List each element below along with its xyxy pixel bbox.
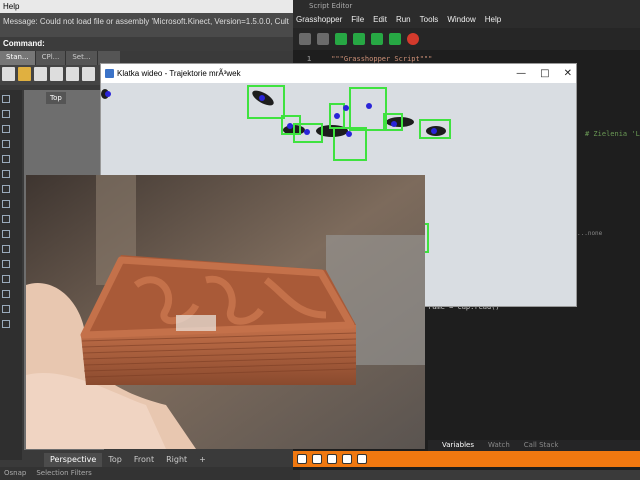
trajectory-point bbox=[105, 91, 111, 97]
rhino-command-label[interactable]: Command: bbox=[0, 37, 295, 51]
rhino-menu-help[interactable]: Help bbox=[0, 0, 295, 13]
globe-icon[interactable] bbox=[342, 454, 352, 464]
menu-run[interactable]: Run bbox=[396, 12, 411, 28]
trajectory-point bbox=[343, 105, 349, 111]
code-line-text: """Grasshopper Script""" bbox=[331, 55, 433, 63]
tab-top[interactable]: Top bbox=[102, 453, 128, 467]
run-icon[interactable] bbox=[335, 33, 347, 45]
rhino-tool-palette bbox=[0, 90, 22, 460]
circle-tool-icon[interactable] bbox=[2, 170, 10, 178]
tab-variables[interactable]: Variables bbox=[442, 440, 474, 451]
tab-right[interactable]: Right bbox=[160, 453, 193, 467]
tab-perspective[interactable]: Perspective bbox=[44, 453, 103, 467]
selection-filters-toggle[interactable]: Selection Filters bbox=[36, 467, 91, 480]
add-viewport-button[interactable]: + bbox=[193, 453, 212, 467]
viewport-tabs: Perspective Top Front Right + bbox=[44, 453, 212, 467]
menu-grasshopper[interactable]: Grasshopper bbox=[296, 12, 342, 28]
orange-toolbar bbox=[293, 451, 640, 467]
trajectory-point bbox=[287, 123, 293, 129]
extrude-tool-icon[interactable] bbox=[2, 290, 10, 298]
polygon-tool-icon[interactable] bbox=[2, 215, 10, 223]
open-script-icon[interactable] bbox=[317, 33, 329, 45]
maximize-icon[interactable]: □ bbox=[540, 68, 549, 79]
rhino-tab-setview[interactable]: Set... bbox=[66, 51, 98, 65]
line-number: 1 bbox=[307, 55, 312, 63]
import-icon[interactable] bbox=[66, 67, 79, 81]
menu-edit[interactable]: Edit bbox=[373, 12, 387, 28]
step-into-icon[interactable] bbox=[389, 33, 401, 45]
save-script-icon[interactable] bbox=[299, 33, 311, 45]
polyline-tool-icon[interactable] bbox=[2, 140, 10, 148]
script-editor-title: Script Editor bbox=[293, 0, 640, 12]
rhino-tab-cplanes[interactable]: CPl... bbox=[36, 51, 67, 65]
camera-icon[interactable] bbox=[357, 454, 367, 464]
menu-file[interactable]: File bbox=[351, 12, 364, 28]
trajectory-point bbox=[431, 128, 437, 134]
trajectory-point bbox=[366, 103, 372, 109]
minimize-icon[interactable]: — bbox=[516, 68, 526, 79]
sphere-tool-icon[interactable] bbox=[2, 245, 10, 253]
cylinder-tool-icon[interactable] bbox=[2, 260, 10, 268]
line-tool-icon[interactable] bbox=[2, 125, 10, 133]
trajectory-point bbox=[346, 131, 352, 137]
surface-tool-icon[interactable] bbox=[2, 275, 10, 283]
app-icon bbox=[105, 69, 114, 78]
document-icon[interactable] bbox=[312, 454, 322, 464]
rectangle-tool-icon[interactable] bbox=[2, 200, 10, 208]
arc-tool-icon[interactable] bbox=[2, 185, 10, 193]
code-comment: # Zielenia 'L bbox=[585, 130, 640, 138]
trajectory-point bbox=[259, 95, 265, 101]
code-line-1: 1 """Grasshopper Script""" bbox=[307, 55, 432, 63]
new-file-icon[interactable] bbox=[2, 67, 15, 81]
detection-box bbox=[349, 87, 387, 131]
script-editor-toolbar bbox=[293, 28, 640, 50]
rhino-message: Message: Could not load file or assembly… bbox=[0, 13, 295, 37]
stop-icon[interactable] bbox=[407, 33, 419, 45]
debug-tabs: Variables Watch Call Stack bbox=[428, 440, 640, 451]
viewport-label[interactable]: Top bbox=[46, 92, 66, 104]
menu-window[interactable]: Window bbox=[447, 12, 475, 28]
video-window-titlebar[interactable]: Klatka wideo - Trajektorie mrÃ³wek bbox=[101, 64, 576, 83]
menu-tools[interactable]: Tools bbox=[420, 12, 439, 28]
rhino-tab-standard[interactable]: Stan... bbox=[0, 51, 36, 65]
step-over-icon[interactable] bbox=[371, 33, 383, 45]
tab-front[interactable]: Front bbox=[128, 453, 160, 467]
close-icon[interactable]: ✕ bbox=[564, 68, 572, 79]
trajectory-point bbox=[304, 129, 310, 135]
curve-tool-icon[interactable] bbox=[2, 155, 10, 163]
osnap-toggle[interactable]: Osnap bbox=[4, 467, 26, 480]
document-icon[interactable] bbox=[327, 454, 337, 464]
code-fragment: ...none bbox=[577, 230, 603, 237]
window-controls: — □ ✕ bbox=[516, 64, 572, 83]
tab-call-stack[interactable]: Call Stack bbox=[524, 440, 559, 451]
trajectory-point bbox=[334, 113, 340, 119]
detection-box bbox=[247, 85, 285, 119]
rhino-toolbar bbox=[0, 65, 100, 85]
debug-icon[interactable] bbox=[353, 33, 365, 45]
search-icon[interactable] bbox=[297, 454, 307, 464]
trajectory-point bbox=[391, 121, 397, 127]
rhino-status-bar: Osnap Selection Filters bbox=[0, 467, 300, 480]
maze-photo-image bbox=[26, 175, 425, 449]
script-editor-menubar: Grasshopper File Edit Run Tools Window H… bbox=[293, 12, 640, 28]
maze-photo bbox=[26, 175, 425, 449]
boolean-tool-icon[interactable] bbox=[2, 305, 10, 313]
box-tool-icon[interactable] bbox=[2, 230, 10, 238]
save-icon[interactable] bbox=[34, 67, 47, 81]
mesh-tool-icon[interactable] bbox=[2, 320, 10, 328]
print-icon[interactable] bbox=[50, 67, 63, 81]
select-tool-icon[interactable] bbox=[2, 95, 10, 103]
tab-watch[interactable]: Watch bbox=[488, 440, 510, 451]
open-folder-icon[interactable] bbox=[18, 67, 31, 81]
menu-help[interactable]: Help bbox=[485, 12, 501, 28]
point-tool-icon[interactable] bbox=[2, 110, 10, 118]
cut-icon[interactable] bbox=[82, 67, 95, 81]
video-window-title: Klatka wideo - Trajektorie mrÃ³wek bbox=[117, 69, 241, 78]
